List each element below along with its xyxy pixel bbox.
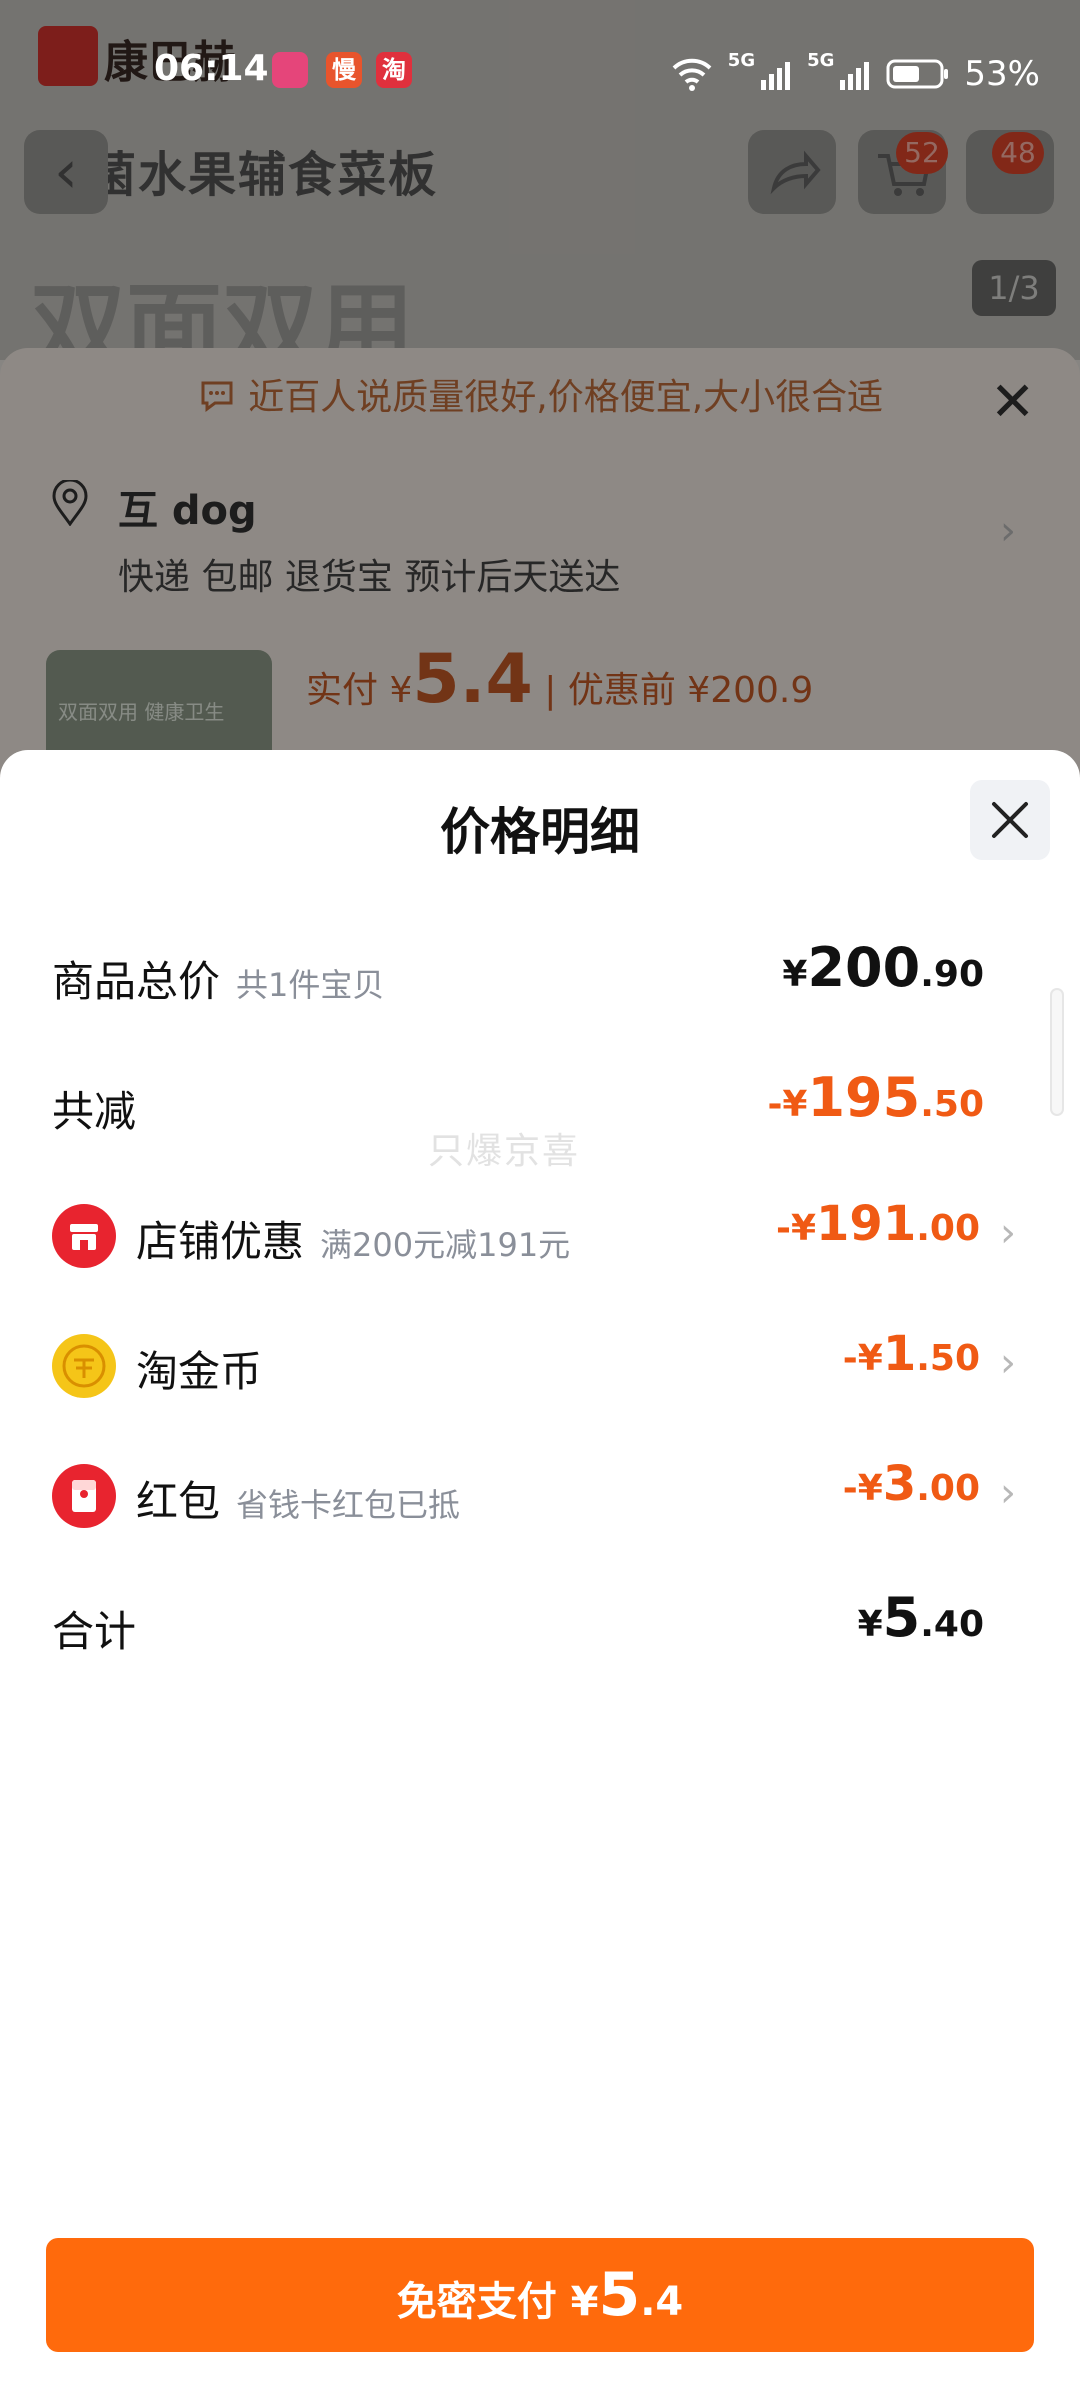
- row-value: ¥5.40: [857, 1586, 984, 1649]
- close-button[interactable]: [970, 780, 1050, 860]
- row-label: 共减: [52, 1087, 137, 1136]
- row-value: -¥195.50: [767, 1066, 984, 1129]
- row-sub: 共1件宝贝: [236, 966, 385, 1004]
- pay-button-label: 免密支付 ¥5.4: [396, 2260, 684, 2330]
- row-red-packet[interactable]: 红包 省钱卡红包已抵 -¥3.00 ›: [0, 1440, 1080, 1540]
- status-bar: 06:14 慢 淘 5G 5G 53%: [0, 0, 1080, 120]
- password-free-pay-button[interactable]: 免密支付 ¥5.4: [46, 2238, 1034, 2352]
- network-type: 5G: [727, 50, 756, 71]
- red-packet-icon: [52, 1464, 116, 1528]
- store-icon: [52, 1204, 116, 1268]
- signal-icon: [761, 62, 791, 90]
- taobao-notification-icon: 淘: [376, 52, 412, 88]
- network-type-2: 5G: [807, 50, 835, 71]
- signal-icon: [840, 62, 870, 90]
- price-detail-sheet: 价格明细 只爆京喜 商品总价 共1件宝贝 ¥200.90 共减 -¥195.50 …: [0, 750, 1080, 2400]
- row-sub: 省钱卡红包已抵: [236, 1486, 461, 1524]
- sheet-title: 价格明细: [440, 803, 640, 861]
- row-label: 红包 省钱卡红包已抵: [136, 1477, 461, 1526]
- chevron-right-icon: ›: [1000, 1340, 1016, 1386]
- chevron-right-icon: ›: [1000, 1470, 1016, 1516]
- app-notification-icon: 慢: [326, 52, 362, 88]
- row-label: 合计: [52, 1607, 137, 1656]
- app-notification-icon: [272, 52, 308, 88]
- row-value: -¥1.50: [842, 1326, 980, 1382]
- row-value: -¥3.00: [842, 1456, 980, 1512]
- row-value: ¥200.90: [782, 936, 984, 999]
- chevron-right-icon: ›: [1000, 1210, 1016, 1256]
- row-tao-coin[interactable]: 淘金币 -¥1.50 ›: [0, 1310, 1080, 1410]
- status-time: 06:14: [154, 48, 269, 89]
- close-icon: [992, 802, 1028, 838]
- row-value: -¥191.00: [776, 1196, 980, 1252]
- row-sub: 满200元减191元: [320, 1226, 571, 1264]
- battery-icon: [886, 59, 949, 89]
- row-total-price: 商品总价 共1件宝贝 ¥200.90: [0, 920, 1080, 1020]
- row-label: 商品总价 共1件宝贝: [52, 957, 385, 1006]
- battery-percent: 53%: [964, 54, 1040, 94]
- row-grand-total: 合计 ¥5.40: [0, 1570, 1080, 1670]
- row-label: 店铺优惠 满200元减191元: [136, 1217, 571, 1266]
- row-label: 淘金币: [136, 1347, 263, 1396]
- row-shop-discount[interactable]: 店铺优惠 满200元减191元 -¥191.00 ›: [0, 1180, 1080, 1280]
- wifi-icon: [672, 58, 712, 91]
- row-total-discount: 共减 -¥195.50: [0, 1050, 1080, 1150]
- status-indicators: 5G 5G 53%: [670, 50, 1040, 98]
- coin-icon: [52, 1334, 116, 1398]
